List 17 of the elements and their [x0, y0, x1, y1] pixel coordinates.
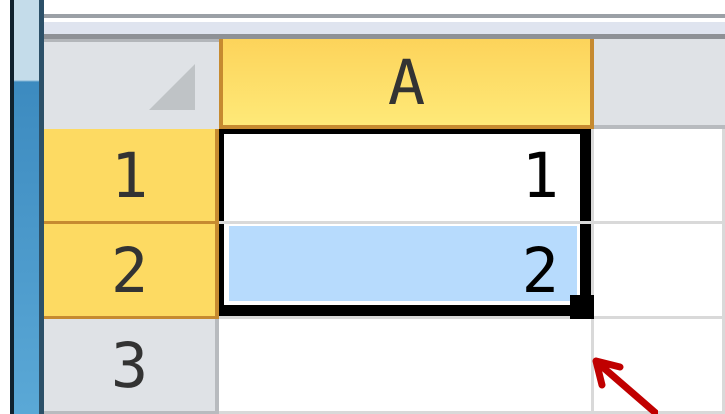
table-cell[interactable]: 1 — [219, 129, 594, 224]
table-cell[interactable] — [594, 224, 725, 319]
row-header[interactable]: 1 — [44, 129, 219, 224]
cell-value: 1 — [522, 138, 559, 212]
row-header[interactable]: 3 — [44, 319, 219, 414]
select-all-button[interactable] — [44, 39, 219, 129]
triangle-icon — [149, 64, 195, 110]
column-header[interactable]: A — [219, 39, 594, 129]
table-cell[interactable] — [219, 319, 594, 414]
table-cell[interactable] — [594, 129, 725, 224]
column-header[interactable] — [594, 39, 725, 129]
fill-handle[interactable] — [570, 295, 594, 319]
row-header[interactable]: 2 — [44, 224, 219, 319]
table-cell[interactable] — [594, 319, 725, 414]
scroll-bar[interactable] — [10, 0, 44, 414]
arrow-icon — [592, 355, 658, 414]
cell-value: 2 — [522, 234, 559, 306]
